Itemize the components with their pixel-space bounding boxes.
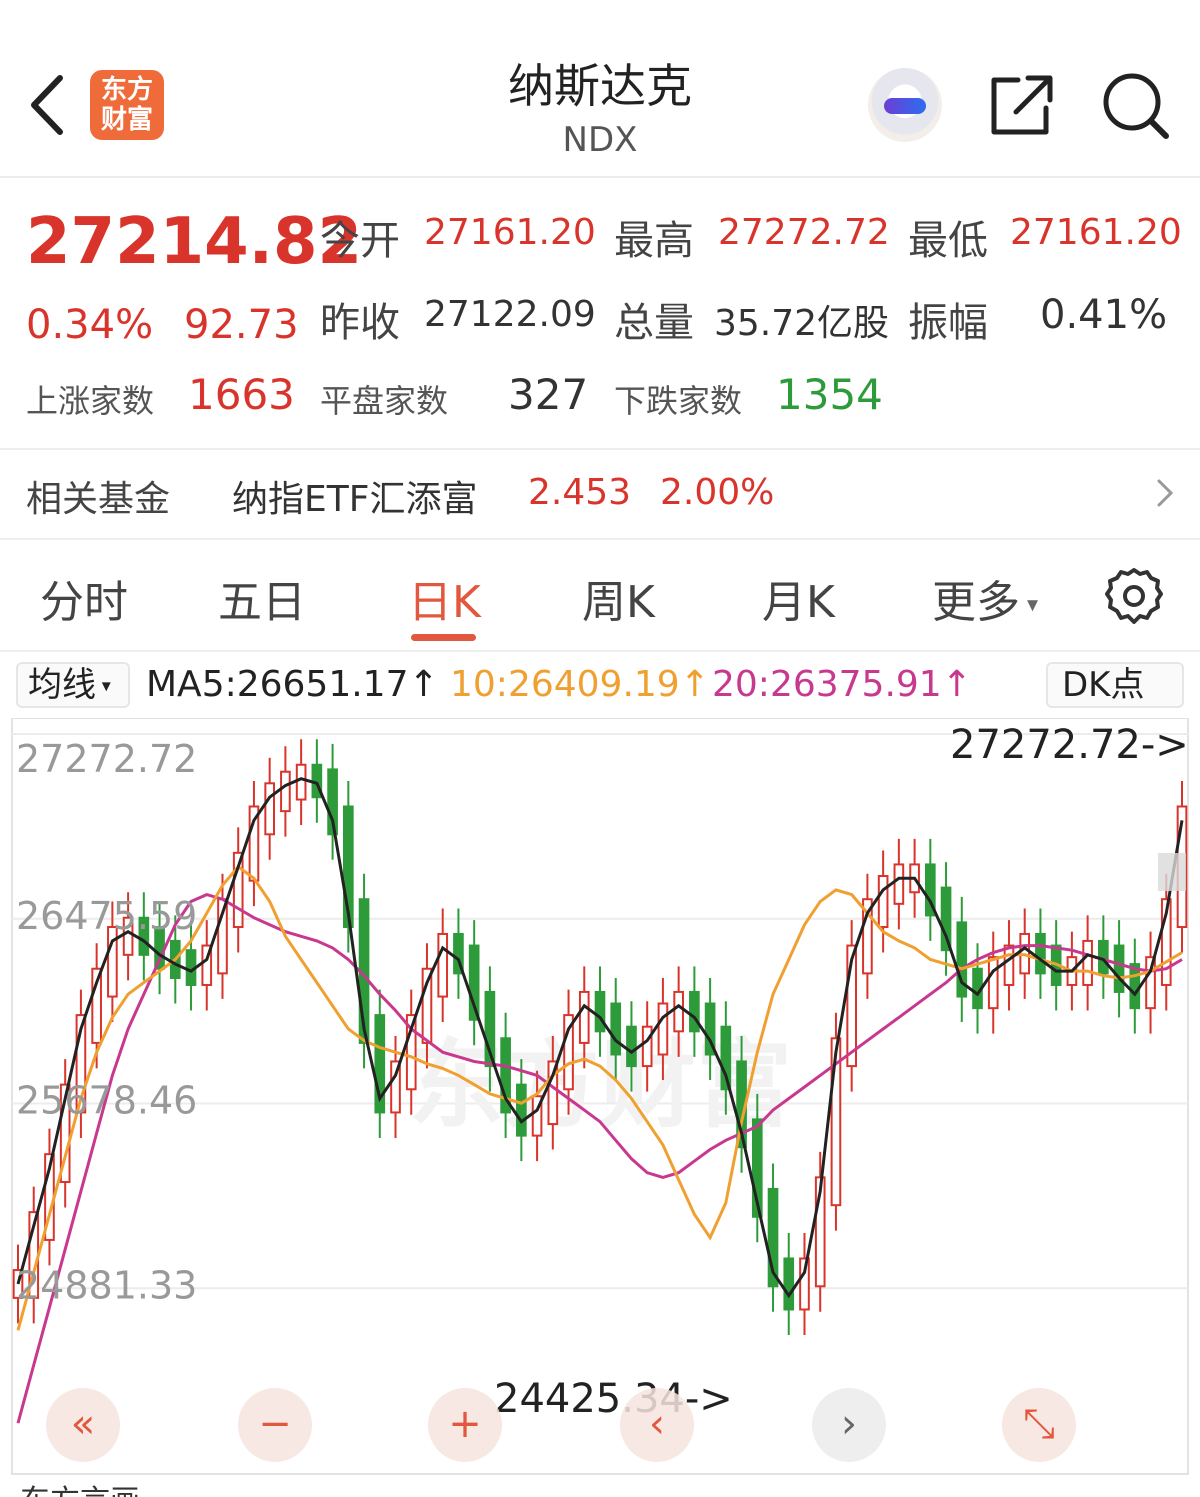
candle-up xyxy=(657,1002,669,1056)
dk-point-button[interactable]: DK点 xyxy=(1046,662,1184,708)
high-value: 27272.72 xyxy=(718,212,890,253)
candle-up xyxy=(877,875,889,929)
candle-up xyxy=(987,956,999,1010)
low-marker: 24425.34-> xyxy=(494,1376,733,1422)
candle-down xyxy=(689,990,700,1033)
candle-up xyxy=(893,863,905,905)
candle-down xyxy=(516,1083,527,1137)
candle-up xyxy=(673,990,684,1033)
share-icon[interactable] xyxy=(988,72,1056,138)
bottom-caption: 东方言画 xyxy=(20,1476,140,1497)
fullscreen-button[interactable]: ⤡ xyxy=(1002,1388,1076,1462)
candlestick-chart[interactable]: 东方财富 27272.7226475.5925678.4624881.33 27… xyxy=(0,718,1200,1478)
dropdown-caret-icon: ▾ xyxy=(1020,592,1039,618)
crosshair-marker xyxy=(1158,853,1186,891)
volume-label: 总量 xyxy=(614,300,694,346)
ma-selector[interactable]: 均线 ▾ xyxy=(16,662,130,708)
tab-more[interactable]: 更多 ▾ xyxy=(932,566,1038,630)
tab-more-label: 更多 xyxy=(932,577,1020,628)
candle-up xyxy=(295,763,307,801)
chevron-right-icon xyxy=(1157,479,1174,507)
candle-down xyxy=(1035,932,1046,975)
change-amount: 92.73 xyxy=(184,302,299,348)
tab-five-day[interactable]: 五日 xyxy=(218,566,306,630)
low-value: 27161.20 xyxy=(1010,212,1182,253)
low-label: 最低 xyxy=(908,218,988,264)
change-percent: 0.34% xyxy=(26,302,154,348)
ma10-value: 10:26409.19↑ xyxy=(450,664,710,705)
zoom-out-button[interactable]: − xyxy=(238,1388,312,1462)
candle-up xyxy=(1082,939,1093,986)
scroll-left-button[interactable]: ‹ xyxy=(620,1388,694,1462)
current-price: 27214.82 xyxy=(26,205,363,279)
candle-down xyxy=(1129,963,1141,1010)
y-tick-label: 26475.59 xyxy=(16,894,197,938)
divider xyxy=(0,448,1200,450)
gear-icon[interactable] xyxy=(1104,566,1164,626)
candle-down xyxy=(594,990,606,1033)
ma20-value: 20:26375.91↑ xyxy=(712,664,972,705)
candle-up xyxy=(578,990,590,1044)
scroll-right-button[interactable]: › xyxy=(812,1388,886,1462)
tab-intraday[interactable]: 分时 xyxy=(40,566,128,630)
app-header: 东方 财富 纳斯达克 NDX xyxy=(0,0,1200,178)
candle-up xyxy=(437,932,449,998)
related-fund-price: 2.453 xyxy=(528,472,632,513)
fall-count-label: 下跌家数 xyxy=(614,382,743,420)
zoom-in-button[interactable]: + xyxy=(428,1388,502,1462)
y-tick-label: 27272.72 xyxy=(16,737,197,781)
tab-monthly-k[interactable]: 月K xyxy=(762,566,835,630)
y-axis-labels: 27272.72 26475.59 25678.46 24881.33 xyxy=(16,737,197,1307)
amplitude-label: 振幅 xyxy=(908,300,988,346)
volume-value: 35.72亿股 xyxy=(714,303,890,344)
tab-weekly-k[interactable]: 周K xyxy=(582,566,655,630)
candle-down xyxy=(626,1025,637,1068)
candle-up xyxy=(641,1025,653,1068)
amplitude-value: 0.41% xyxy=(1040,292,1168,338)
divider xyxy=(0,650,1200,652)
prev-close-label: 昨收 xyxy=(320,300,400,346)
candle-up xyxy=(1003,944,1015,986)
high-marker: 27272.72-> xyxy=(950,722,1189,768)
related-fund-change: 2.00% xyxy=(660,472,775,513)
open-value: 27161.20 xyxy=(424,212,596,253)
divider xyxy=(0,538,1200,540)
fall-count-value: 1354 xyxy=(776,370,883,419)
active-tab-indicator xyxy=(411,634,476,641)
dropdown-caret-icon: ▾ xyxy=(96,675,111,697)
candle-down xyxy=(610,1002,622,1056)
ma-selector-label: 均线 xyxy=(28,665,96,705)
candle-down xyxy=(783,1257,795,1311)
dk-point-label: DK点 xyxy=(1062,665,1145,705)
flat-count-value: 327 xyxy=(508,370,589,419)
related-fund-label: 相关基金 xyxy=(26,479,171,520)
candle-down xyxy=(1113,944,1125,993)
high-label: 最高 xyxy=(614,218,694,264)
y-tick-label: 25678.46 xyxy=(16,1079,197,1123)
rise-count-value: 1663 xyxy=(188,370,295,419)
open-label: 今开 xyxy=(320,218,400,264)
candles-group xyxy=(12,739,1188,1335)
ma5-value: MA5:26651.17↑ xyxy=(146,664,439,705)
assistant-avatar-icon[interactable] xyxy=(868,68,942,142)
candle-up xyxy=(264,782,276,836)
rise-count-label: 上涨家数 xyxy=(26,382,155,420)
y-tick-label: 24881.33 xyxy=(16,1263,197,1307)
prev-close-value: 27122.09 xyxy=(424,294,596,335)
candle-up xyxy=(280,770,291,813)
tab-daily-k[interactable]: 日K xyxy=(408,566,481,630)
flat-count-label: 平盘家数 xyxy=(320,382,449,420)
search-icon[interactable] xyxy=(1100,70,1172,140)
related-fund-name: 纳指ETF汇添富 xyxy=(232,479,478,520)
scroll-left-fast-button[interactable]: « xyxy=(46,1388,120,1462)
